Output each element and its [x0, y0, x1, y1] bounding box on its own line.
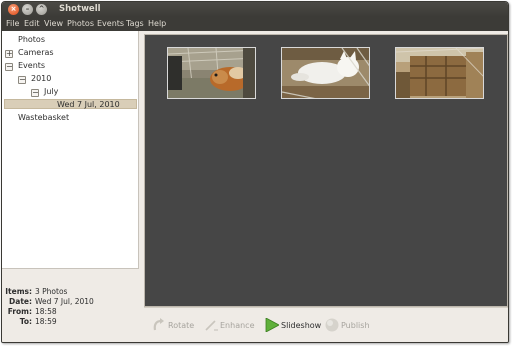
minimize-window-button[interactable]: –	[22, 4, 33, 15]
photo-thumbnail-guinea-pig[interactable]	[167, 47, 256, 99]
menu-photos[interactable]: Photos	[67, 19, 94, 28]
menu-file[interactable]: File	[6, 19, 19, 28]
items-value: 3 Photos	[35, 287, 68, 296]
toolbar: Rotate Enhance Slideshow Publish	[144, 307, 508, 342]
sidebar-item-photos[interactable]: Photos	[18, 35, 45, 44]
from-value: 18:58	[35, 307, 57, 316]
sidebar-item-month[interactable]: July	[44, 87, 58, 96]
date-value: Wed 7 Jul, 2010	[35, 297, 94, 306]
shotwell-window: × – ^ Shotwell File Edit View Photos Eve…	[1, 1, 509, 343]
photo-thumbnail-white-cat[interactable]	[281, 47, 370, 99]
sidebar-item-event[interactable]: Wed 7 Jul, 2010	[57, 100, 120, 109]
sidebar-item-cameras[interactable]: Cameras	[18, 48, 54, 57]
menu-view[interactable]: View	[44, 19, 63, 28]
from-label: From:	[7, 307, 32, 316]
close-window-button[interactable]: ×	[8, 4, 19, 15]
info-panel: Items: 3 Photos Date: Wed 7 Jul, 2010 Fr…	[2, 272, 139, 342]
menu-tags[interactable]: Tags	[126, 19, 144, 28]
sidebar-item-events[interactable]: Events	[18, 61, 45, 70]
enhance-icon	[204, 318, 218, 334]
to-label: To:	[19, 317, 32, 326]
menu-bar: File Edit View Photos Events Tags Help	[2, 17, 508, 31]
publish-label: Publish	[341, 321, 370, 330]
sidebar-item-wastebasket[interactable]: Wastebasket	[18, 113, 69, 122]
rotate-icon	[152, 318, 166, 334]
to-value: 18:59	[35, 317, 57, 326]
events-expander[interactable]: −	[5, 63, 13, 71]
menu-events[interactable]: Events	[97, 19, 124, 28]
maximize-window-button[interactable]: ^	[36, 4, 47, 15]
sidebar: Photos + Cameras − Events − 2010 − July …	[2, 31, 139, 269]
sidebar-item-year[interactable]: 2010	[31, 74, 51, 83]
title-bar: × – ^ Shotwell	[2, 2, 508, 17]
year-expander[interactable]: −	[18, 76, 26, 84]
rotate-label: Rotate	[168, 321, 195, 330]
items-label: Items:	[5, 287, 32, 296]
photo-viewer[interactable]	[144, 34, 508, 307]
month-expander[interactable]: −	[31, 89, 39, 97]
menu-edit[interactable]: Edit	[24, 19, 40, 28]
enhance-label: Enhance	[220, 321, 255, 330]
slideshow-label: Slideshow	[281, 321, 322, 330]
photo-thumbnail-wooden-crate[interactable]	[395, 47, 484, 99]
cameras-expander[interactable]: +	[5, 50, 13, 58]
date-label: Date:	[9, 297, 32, 306]
publish-icon	[325, 318, 339, 334]
window-title: Shotwell	[59, 4, 101, 14]
menu-help[interactable]: Help	[148, 19, 166, 28]
play-icon	[265, 317, 280, 334]
